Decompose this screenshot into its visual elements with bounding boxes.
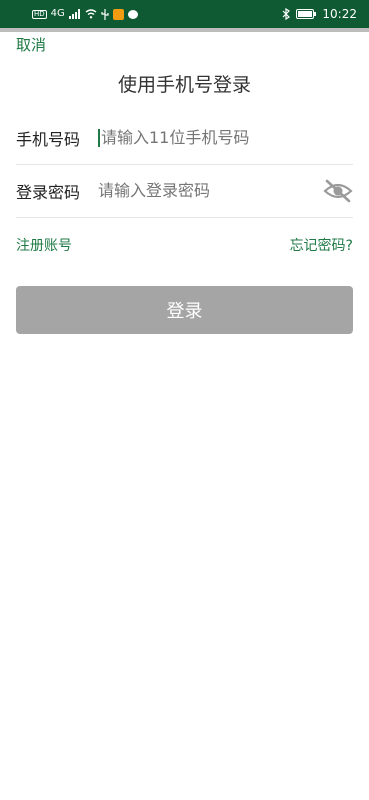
status-bar-divider	[0, 28, 369, 32]
phone-row: 手机号码	[16, 111, 353, 165]
phone-label: 手机号码	[16, 129, 81, 149]
auth-links: 注册账号 忘记密码?	[16, 235, 353, 255]
eye-off-icon[interactable]	[323, 176, 353, 206]
status-right-icons: 10:22	[282, 8, 357, 20]
hd-icon: HD	[32, 9, 47, 19]
app-notification-icon	[112, 8, 124, 20]
signal-icon	[68, 9, 81, 19]
chat-notification-icon	[127, 9, 138, 19]
network-type-label: 4G	[50, 8, 65, 19]
bluetooth-icon	[282, 8, 291, 20]
forgot-password-link[interactable]: 忘记密码?	[290, 235, 353, 255]
status-bar: HD 4G 10:22	[0, 0, 369, 28]
usb-icon	[101, 8, 109, 20]
clock: 10:22	[322, 7, 357, 21]
status-left-icons: HD 4G	[32, 8, 138, 20]
password-row: 登录密码	[16, 164, 353, 218]
page-title: 使用手机号登录	[117, 74, 251, 96]
text-caret	[98, 128, 100, 147]
battery-icon	[296, 9, 317, 19]
password-input[interactable]	[98, 181, 323, 200]
register-link[interactable]: 注册账号	[16, 235, 72, 255]
cancel-button[interactable]: 取消	[16, 34, 46, 55]
phone-input[interactable]	[101, 128, 353, 147]
password-label: 登录密码	[16, 182, 81, 202]
login-button[interactable]: 登录	[16, 286, 353, 334]
wifi-icon	[85, 9, 97, 19]
